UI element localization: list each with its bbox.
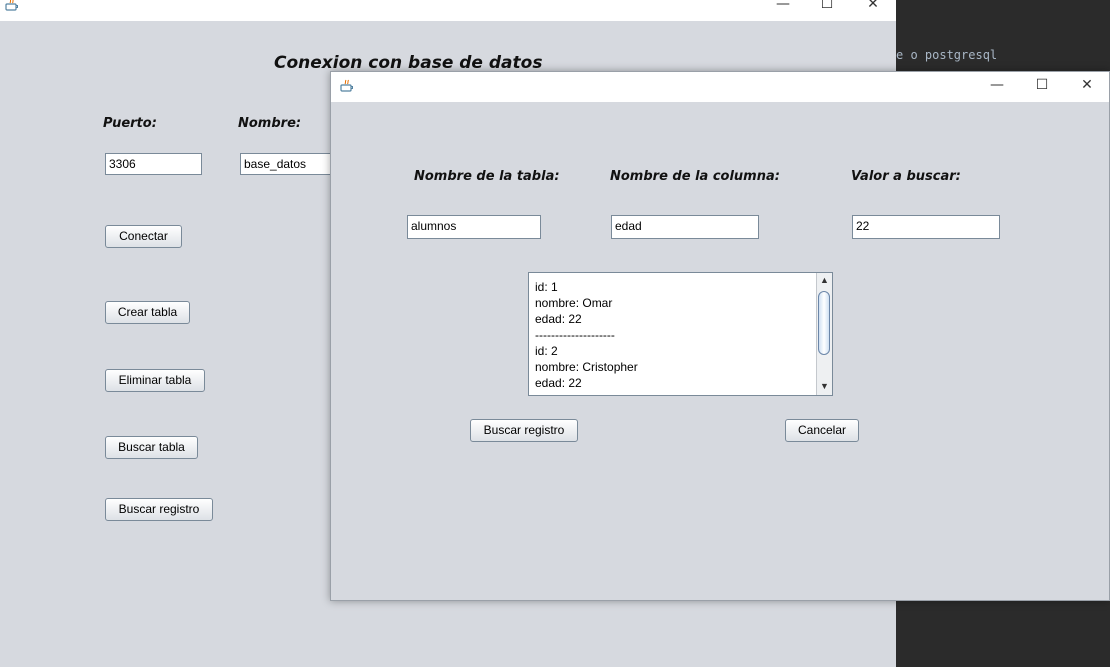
- result-line: edad: 22: [535, 376, 582, 390]
- table-name-label: Nombre de la tabla:: [414, 169, 560, 184]
- scroll-up-arrow-icon[interactable]: ▲: [817, 273, 832, 287]
- main-heading: Conexion con base de datos: [274, 53, 543, 73]
- main-minimize-button[interactable]: —: [760, 0, 806, 12]
- cancel-button[interactable]: Cancelar: [785, 419, 859, 442]
- delete-table-button[interactable]: Eliminar tabla: [105, 369, 205, 392]
- connect-button[interactable]: Conectar: [105, 225, 182, 248]
- search-value-label: Valor a buscar:: [851, 169, 961, 184]
- scrollbar-thumb[interactable]: [818, 291, 830, 355]
- java-app-icon: [5, 0, 19, 12]
- results-scrollbar[interactable]: ▲ ▼: [816, 273, 832, 395]
- scroll-down-arrow-icon[interactable]: ▼: [817, 379, 832, 393]
- column-name-label: Nombre de la columna:: [610, 169, 780, 184]
- main-close-button[interactable]: ✕: [850, 0, 896, 12]
- dialog-close-button[interactable]: ✕: [1064, 77, 1110, 93]
- search-record-main-button[interactable]: Buscar registro: [105, 498, 213, 521]
- table-name-field[interactable]: alumnos: [407, 215, 541, 239]
- result-line: nombre: Omar: [535, 296, 613, 310]
- java-app-icon: [340, 79, 354, 93]
- result-line: nombre: Cristopher: [535, 360, 638, 374]
- port-label: Puerto:: [103, 116, 157, 131]
- search-value-field[interactable]: 22: [852, 215, 1000, 239]
- ide-code-text: e o postgresql: [896, 48, 998, 62]
- main-maximize-button[interactable]: ☐: [804, 0, 850, 12]
- name-label: Nombre:: [238, 116, 302, 131]
- dialog-titlebar[interactable]: — ☐ ✕: [331, 72, 1109, 102]
- main-titlebar[interactable]: — ☐ ✕: [0, 0, 896, 21]
- search-table-button[interactable]: Buscar tabla: [105, 436, 198, 459]
- search-record-button[interactable]: Buscar registro: [470, 419, 578, 442]
- dialog-maximize-button[interactable]: ☐: [1019, 77, 1065, 93]
- results-text-area[interactable]: id: 1 nombre: Omar edad: 22 ------------…: [528, 272, 833, 396]
- dialog-minimize-button[interactable]: —: [974, 77, 1020, 93]
- column-name-field[interactable]: edad: [611, 215, 759, 239]
- search-record-dialog: — ☐ ✕ Nombre de la tabla: Nombre de la c…: [330, 71, 1110, 601]
- port-field[interactable]: 3306: [105, 153, 202, 175]
- result-line: --------------------: [535, 328, 615, 342]
- result-line: id: 1: [535, 280, 558, 294]
- result-line: id: 2: [535, 344, 558, 358]
- results-list: id: 1 nombre: Omar edad: 22 ------------…: [535, 279, 638, 391]
- result-line: edad: 22: [535, 312, 582, 326]
- create-table-button[interactable]: Crear tabla: [105, 301, 190, 324]
